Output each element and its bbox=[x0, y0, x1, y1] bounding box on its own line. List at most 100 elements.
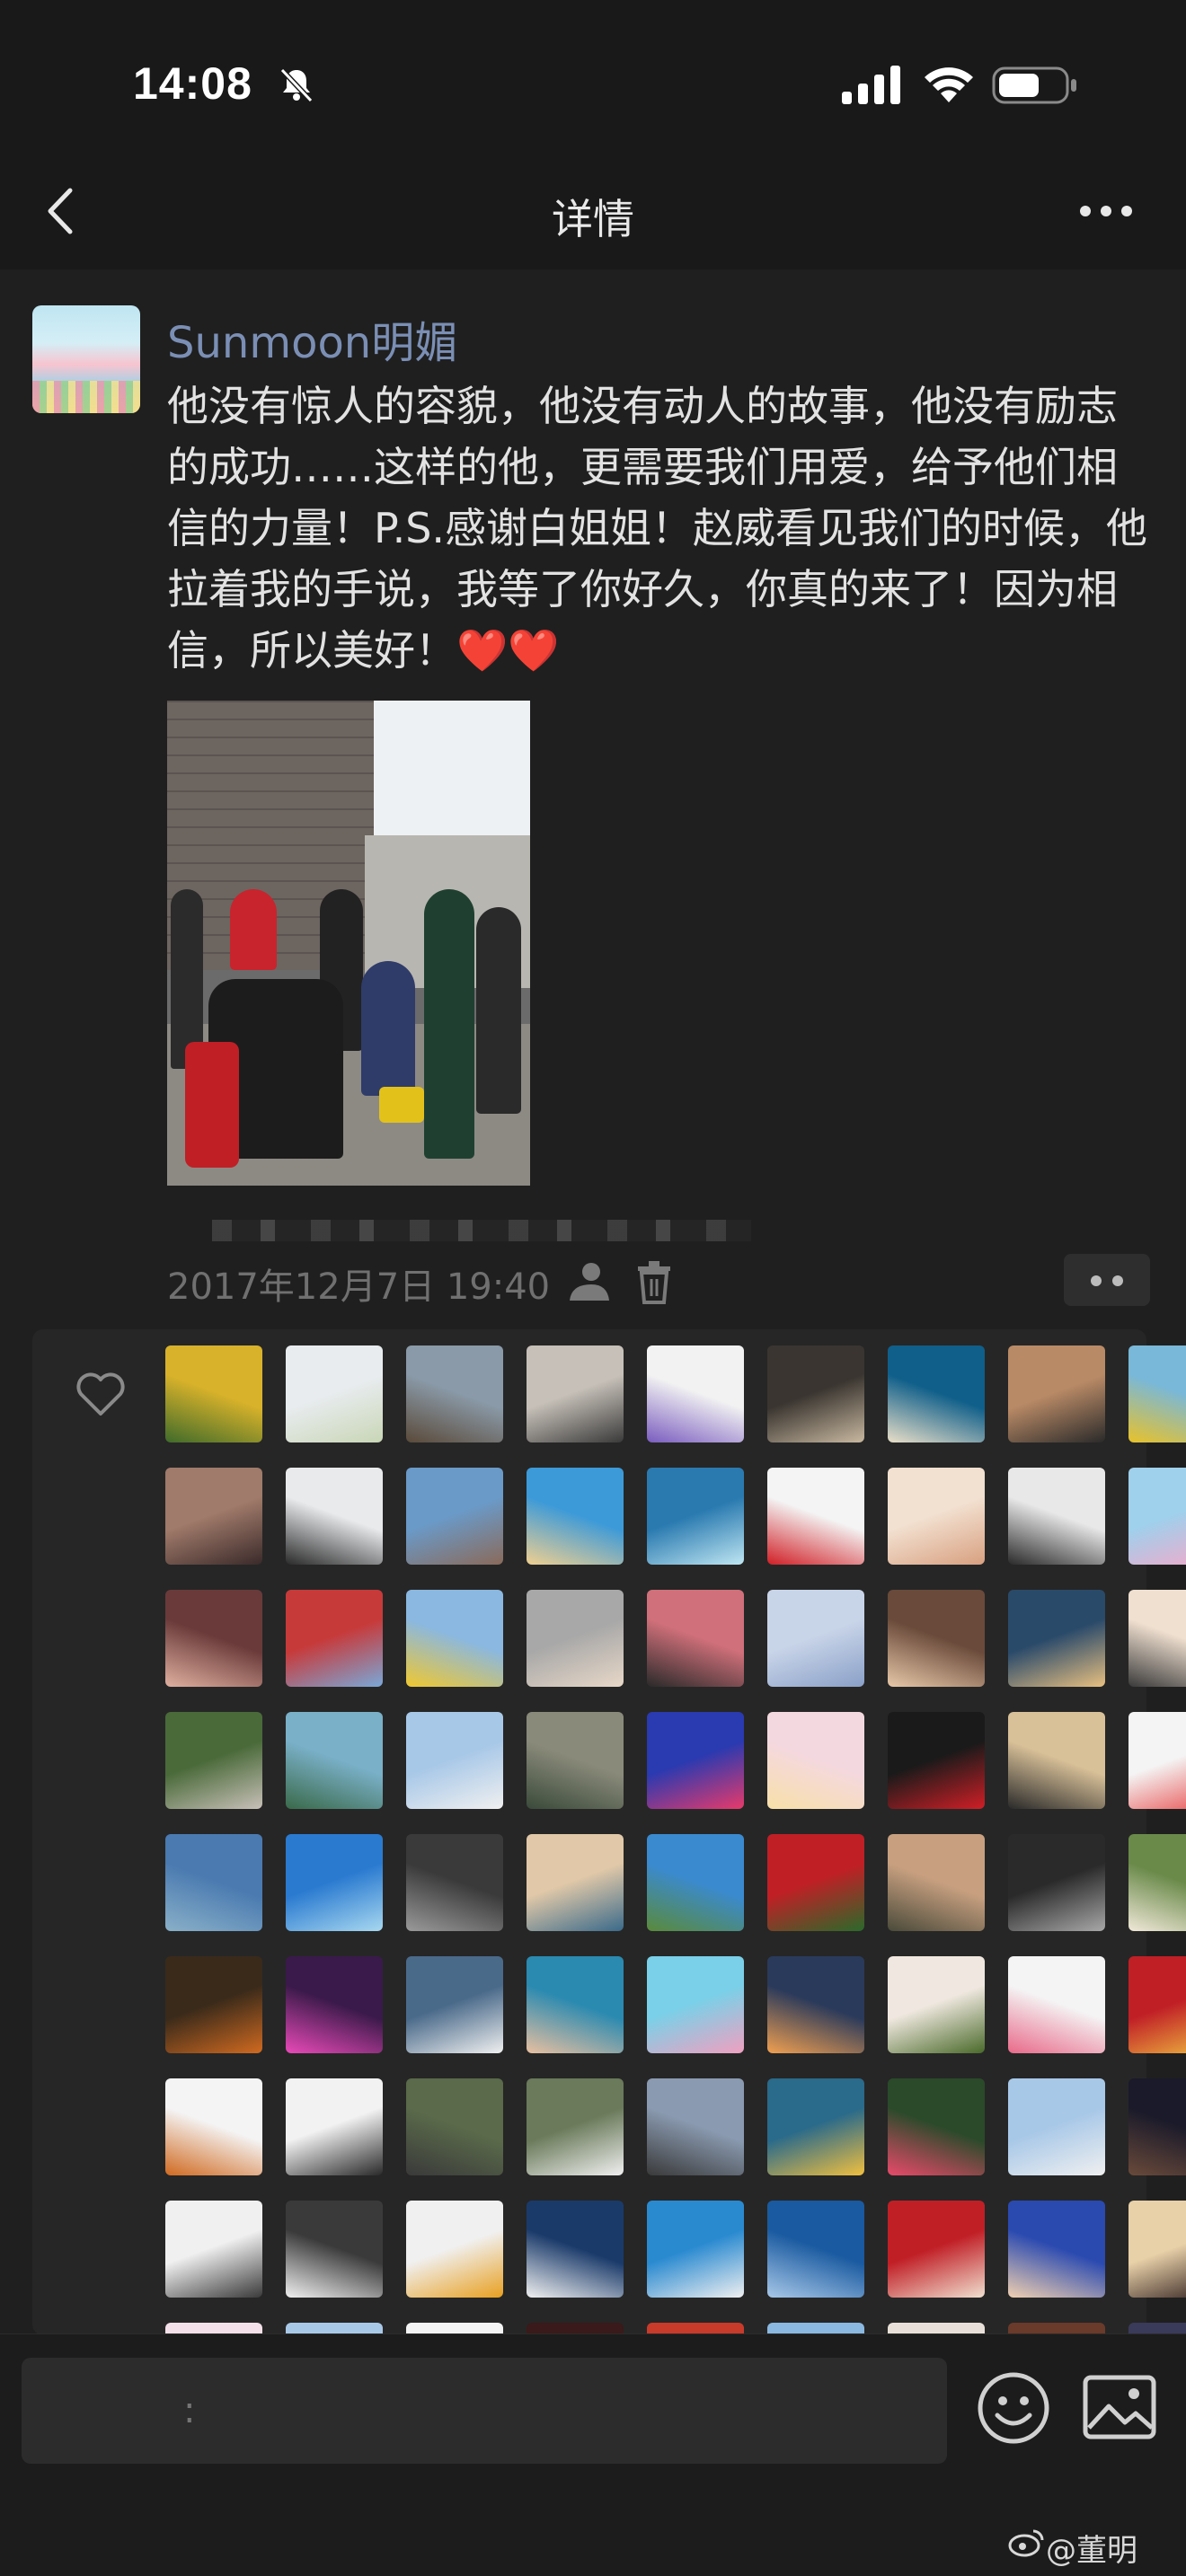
liker-avatar[interactable] bbox=[888, 1956, 985, 2053]
liker-avatar[interactable] bbox=[1128, 2078, 1186, 2175]
liker-avatar[interactable] bbox=[527, 1468, 624, 1565]
liker-avatar[interactable] bbox=[165, 1956, 262, 2053]
dot bbox=[1091, 1275, 1102, 1286]
comment-input[interactable] bbox=[22, 2358, 947, 2464]
liker-avatar[interactable] bbox=[286, 1834, 383, 1931]
liker-avatar[interactable] bbox=[406, 1834, 503, 1931]
weibo-logo-icon bbox=[1008, 2529, 1044, 2557]
liker-avatar[interactable] bbox=[1128, 1590, 1186, 1687]
liker-avatar[interactable] bbox=[1008, 2201, 1105, 2298]
liker-avatar[interactable] bbox=[1008, 1345, 1105, 1442]
liker-avatar[interactable] bbox=[767, 1590, 864, 1687]
liker-avatar[interactable] bbox=[767, 1468, 864, 1565]
liker-avatar[interactable] bbox=[1128, 1468, 1186, 1565]
liker-avatar[interactable] bbox=[888, 2201, 985, 2298]
liker-avatar[interactable] bbox=[1128, 1834, 1186, 1931]
liker-avatar[interactable] bbox=[527, 1712, 624, 1809]
post-time: 2017年12月7日 19:40 bbox=[167, 1266, 551, 1308]
liker-avatar[interactable] bbox=[406, 1468, 503, 1565]
liker-avatar[interactable] bbox=[286, 1468, 383, 1565]
liker-avatar[interactable] bbox=[1128, 2201, 1186, 2298]
liker-avatar[interactable] bbox=[1128, 1712, 1186, 1809]
liker-avatar[interactable] bbox=[165, 2078, 262, 2175]
liker-avatar[interactable] bbox=[165, 2201, 262, 2298]
bell-muted-icon bbox=[279, 67, 314, 103]
liker-avatar[interactable] bbox=[888, 1590, 985, 1687]
liker-avatar[interactable] bbox=[767, 1345, 864, 1442]
liker-avatar[interactable] bbox=[286, 1590, 383, 1687]
watermark: @董明 bbox=[1046, 2533, 1137, 2569]
liker-avatar[interactable] bbox=[888, 1712, 985, 1809]
liker-avatar[interactable] bbox=[286, 1345, 383, 1442]
more-options-icon[interactable] bbox=[1075, 189, 1137, 234]
liker-avatar[interactable] bbox=[767, 1956, 864, 2053]
liker-avatar[interactable] bbox=[165, 1712, 262, 1809]
liker-avatar[interactable] bbox=[286, 2078, 383, 2175]
liker-avatar[interactable] bbox=[1008, 1712, 1105, 1809]
liker-avatar[interactable] bbox=[767, 1834, 864, 1931]
liker-avatar[interactable] bbox=[406, 1345, 503, 1442]
author-name[interactable]: Sunmoon明媚 bbox=[167, 307, 457, 370]
liker-avatar[interactable] bbox=[647, 1345, 744, 1442]
liker-avatar[interactable] bbox=[165, 1345, 262, 1442]
wifi-icon bbox=[925, 67, 973, 102]
page-title: 详情 bbox=[552, 195, 634, 243]
heart-outline-icon bbox=[76, 1372, 125, 1416]
liker-avatar[interactable] bbox=[406, 2078, 503, 2175]
liker-avatar[interactable] bbox=[647, 1834, 744, 1931]
liker-avatar[interactable] bbox=[1008, 1590, 1105, 1687]
liker-avatar[interactable] bbox=[767, 1712, 864, 1809]
liker-avatar[interactable] bbox=[406, 2201, 503, 2298]
photo-woman-green bbox=[424, 889, 474, 1159]
liker-avatar[interactable] bbox=[647, 1956, 744, 2053]
liker-avatar[interactable] bbox=[527, 1590, 624, 1687]
liker-avatar[interactable] bbox=[286, 1712, 383, 1809]
liker-avatar[interactable] bbox=[527, 1956, 624, 2053]
photo-red-bag bbox=[185, 1042, 239, 1168]
liker-avatar[interactable] bbox=[165, 1468, 262, 1565]
post-body: 他没有惊人的容貌，他没有动人的故事，他没有励志的成功……这样的他，更需要我们用爱… bbox=[167, 382, 1148, 675]
liker-avatar[interactable] bbox=[165, 1834, 262, 1931]
liker-avatar[interactable] bbox=[1008, 1834, 1105, 1931]
liker-avatar[interactable] bbox=[406, 1956, 503, 2053]
liker-avatar[interactable] bbox=[527, 2201, 624, 2298]
liker-avatar[interactable] bbox=[1008, 2078, 1105, 2175]
liker-avatar[interactable] bbox=[527, 1345, 624, 1442]
liker-avatar[interactable] bbox=[647, 1468, 744, 1565]
post-photo[interactable] bbox=[167, 701, 530, 1186]
liker-avatar[interactable] bbox=[647, 1712, 744, 1809]
liker-avatar[interactable] bbox=[1008, 1468, 1105, 1565]
heart-emoji: ❤️❤️ bbox=[456, 626, 560, 675]
like-comment-button[interactable] bbox=[1064, 1254, 1150, 1306]
trash-icon[interactable] bbox=[634, 1259, 674, 1304]
liker-avatar[interactable] bbox=[527, 1834, 624, 1931]
liker-avatar[interactable] bbox=[647, 1590, 744, 1687]
image-icon[interactable] bbox=[1082, 2374, 1157, 2440]
liker-avatar[interactable] bbox=[767, 2078, 864, 2175]
photo-person bbox=[476, 907, 521, 1114]
liker-avatar[interactable] bbox=[406, 1712, 503, 1809]
blurred-location bbox=[212, 1220, 751, 1241]
emoji-icon[interactable] bbox=[976, 2370, 1051, 2446]
likes-panel bbox=[32, 1329, 1186, 2420]
liker-avatar[interactable] bbox=[888, 1345, 985, 1442]
liker-avatar[interactable] bbox=[767, 2201, 864, 2298]
liker-avatar[interactable] bbox=[286, 2201, 383, 2298]
liker-avatar[interactable] bbox=[406, 1590, 503, 1687]
liker-avatar[interactable] bbox=[888, 2078, 985, 2175]
liker-avatar[interactable] bbox=[1008, 1956, 1105, 2053]
cellular-signal-icon bbox=[842, 66, 900, 104]
liker-avatar[interactable] bbox=[1128, 1956, 1186, 2053]
post-detail: Sunmoon明媚 他没有惊人的容貌，他没有动人的故事，他没有励志的成功……这样… bbox=[0, 269, 1186, 2420]
liker-avatar[interactable] bbox=[1128, 1345, 1186, 1442]
liker-avatar[interactable] bbox=[888, 1834, 985, 1931]
liker-avatar[interactable] bbox=[888, 1468, 985, 1565]
liker-avatar[interactable] bbox=[647, 2201, 744, 2298]
liker-avatar[interactable] bbox=[165, 1590, 262, 1687]
liker-avatar[interactable] bbox=[286, 1956, 383, 2053]
liker-avatar[interactable] bbox=[647, 2078, 744, 2175]
post-text: 他没有惊人的容貌，他没有动人的故事，他没有励志的成功……这样的他，更需要我们用爱… bbox=[167, 375, 1155, 681]
liker-avatar[interactable] bbox=[527, 2078, 624, 2175]
photo-wheelchair bbox=[379, 1087, 424, 1123]
author-avatar[interactable] bbox=[32, 305, 140, 413]
